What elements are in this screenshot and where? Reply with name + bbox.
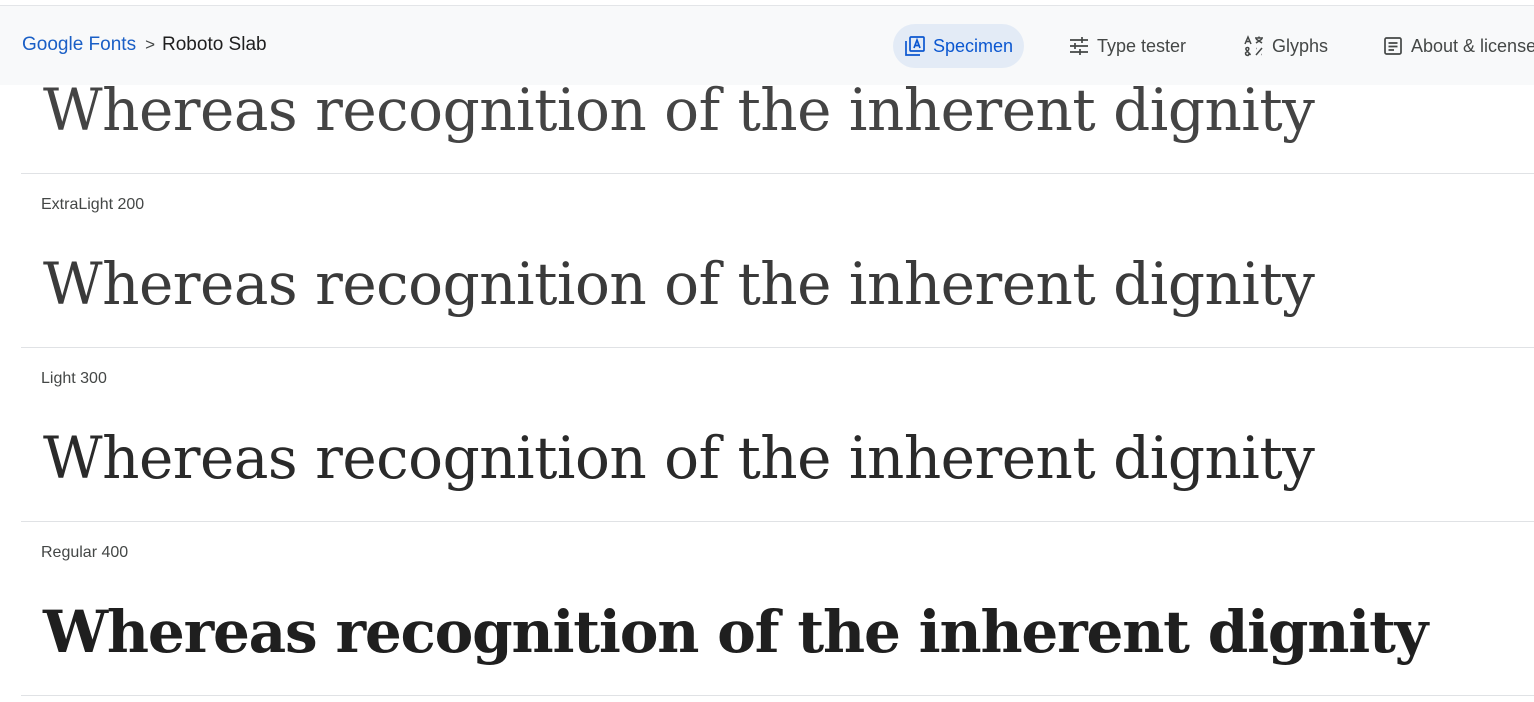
top-app-bar: Google Fonts > Roboto Slab Specimen Type t… [0,5,1534,85]
glyphs-icon [1243,35,1265,57]
breadcrumb-google-fonts-link[interactable]: Google Fonts [22,34,136,55]
specimen-sample-thin[interactable]: Whereas recognition of the inherent dign… [43,75,1315,145]
tab-specimen-label: Specimen [933,35,1014,56]
tab-glyphs[interactable]: Glyphs [1232,24,1339,68]
tab-type-tester-label: Type tester [1097,35,1187,56]
specimen-divider [21,347,1534,348]
font-page-tabs: Specimen Type tester Glyphs About & lice… [893,24,1534,68]
specimen-divider [21,173,1534,174]
specimen-divider [21,695,1534,696]
specimen-weight-label: Light 300 [41,370,107,387]
specimen-sample-extralight[interactable]: Whereas recognition of the inherent dign… [43,249,1315,319]
tab-type-tester[interactable]: Type tester [1057,24,1197,68]
tab-specimen[interactable]: Specimen [893,24,1025,68]
tab-about-license-label: About & license [1411,35,1534,56]
specimen-divider [21,521,1534,522]
specimen-weight-label: Regular 400 [41,544,129,561]
specimen-icon [904,35,926,57]
tab-about-license[interactable]: About & license [1371,24,1534,68]
breadcrumb: Google Fonts > Roboto Slab [22,33,267,57]
specimen-list: Whereas recognition of the inherent dign… [0,0,1534,702]
specimen-sample-light[interactable]: Whereas recognition of the inherent dign… [43,423,1315,493]
specimen-sample-regular[interactable]: Whereas recognition of the inherent dign… [43,597,1428,667]
specimen-weight-label: ExtraLight 200 [41,196,145,213]
sliders-icon [1068,35,1090,57]
tab-glyphs-label: Glyphs [1272,35,1329,56]
breadcrumb-current-font: Roboto Slab [162,34,267,55]
breadcrumb-separator: > [145,35,156,54]
article-icon [1382,35,1404,57]
